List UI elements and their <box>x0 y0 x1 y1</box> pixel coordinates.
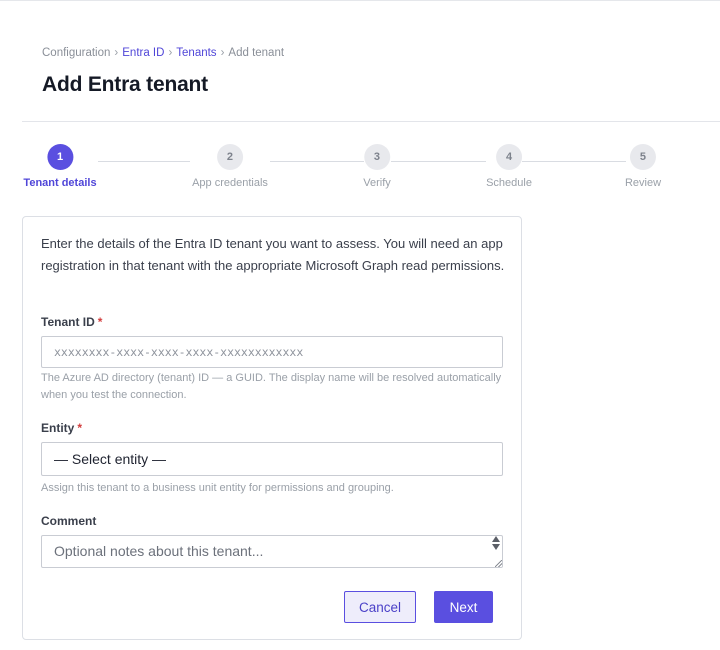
breadcrumb: Configuration › Entra ID › Tenants › Add… <box>42 47 284 59</box>
step-tenant-details[interactable]: 1 Tenant details <box>23 144 97 189</box>
step-label: Tenant details <box>23 177 97 189</box>
top-border <box>0 0 720 1</box>
step-label: App credentials <box>192 177 268 189</box>
step-verify[interactable]: 3 Verify <box>363 144 391 189</box>
required-marker: * <box>77 421 83 435</box>
required-marker: * <box>97 315 103 329</box>
scroll-down-arrow-icon[interactable] <box>492 544 500 550</box>
step-label: Review <box>624 177 662 189</box>
tenant-id-label: Tenant ID * <box>41 315 102 329</box>
entity-select[interactable]: — Select entity — <box>41 442 503 476</box>
page-title: Add Entra tenant <box>42 73 208 96</box>
comment-label-text: Comment <box>41 514 97 528</box>
breadcrumb-separator: › <box>114 47 119 59</box>
breadcrumb-separator: › <box>168 47 173 59</box>
resize-grip-icon[interactable] <box>495 560 502 567</box>
tenant-form-card: Enter the details of the Entra ID tenant… <box>22 216 522 640</box>
tenant-id-label-text: Tenant ID <box>41 315 95 329</box>
step-schedule[interactable]: 4 Schedule <box>486 144 532 189</box>
wizard-stepper: 1 Tenant details 2 App credentials 3 Ver… <box>0 144 720 194</box>
breadcrumb-current: Add tenant <box>228 47 285 59</box>
tenant-id-help: The Azure AD directory (tenant) ID — a G… <box>41 372 502 401</box>
entity-selected-value: — Select entity — <box>54 451 167 467</box>
step-label: Schedule <box>486 177 532 189</box>
form-intro-text: Enter the details of the Entra ID tenant… <box>41 236 505 273</box>
step-label: Verify <box>363 177 391 189</box>
breadcrumb-separator: › <box>220 47 225 59</box>
comment-label: Comment <box>41 514 96 528</box>
step-app-credentials[interactable]: 2 App credentials <box>192 144 268 189</box>
scroll-up-arrow-icon[interactable] <box>492 536 500 542</box>
header-divider <box>22 121 720 122</box>
tenant-id-input[interactable] <box>41 336 503 368</box>
breadcrumb-entra-id[interactable]: Entra ID <box>122 47 164 59</box>
step-review[interactable]: 5 Review <box>625 144 661 189</box>
step-number: 2 <box>216 144 243 170</box>
cancel-button[interactable]: Cancel <box>344 591 416 623</box>
step-number: 1 <box>47 144 73 170</box>
comment-textarea[interactable] <box>41 535 503 568</box>
entity-help: Assign this tenant to a business unit en… <box>41 482 394 494</box>
next-button[interactable]: Next <box>434 591 493 623</box>
breadcrumb-configuration[interactable]: Configuration <box>42 47 110 59</box>
step-number: 4 <box>496 144 522 170</box>
step-number: 5 <box>629 144 656 170</box>
entity-label: Entity * <box>41 421 82 435</box>
step-number: 3 <box>363 144 390 170</box>
comment-field-wrapper <box>41 535 503 568</box>
entity-label-text: Entity <box>41 421 75 435</box>
breadcrumb-tenants[interactable]: Tenants <box>176 47 216 59</box>
